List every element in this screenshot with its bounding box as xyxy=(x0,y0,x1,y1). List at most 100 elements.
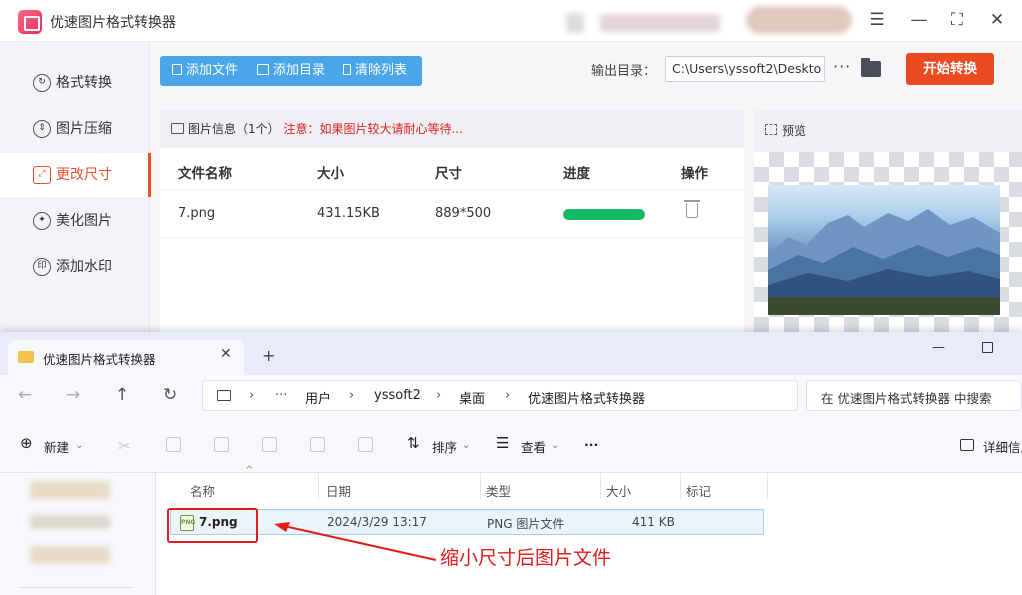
blurred-nav-item[interactable] xyxy=(30,546,110,564)
breadcrumb-desktop[interactable]: 桌面 xyxy=(459,388,485,407)
view-button[interactable]: 查看 xyxy=(521,437,546,456)
trash-icon xyxy=(343,64,351,75)
mountain-landscape xyxy=(768,209,1000,315)
chevron-right-icon: › xyxy=(505,388,511,403)
delete-icon[interactable] xyxy=(358,437,373,452)
fullscreen-icon[interactable]: ⛶ xyxy=(944,8,970,32)
menu-icon[interactable]: ☰ xyxy=(864,8,890,32)
clear-list-button[interactable]: 清除列表 xyxy=(343,56,407,86)
blurred-nav-item[interactable] xyxy=(30,515,110,529)
refresh-icon[interactable]: ↻ xyxy=(163,385,177,405)
col-dimensions: 尺寸 xyxy=(435,166,462,182)
beautify-icon: ✦ xyxy=(33,212,51,230)
chevron-down-icon: ⌄ xyxy=(462,440,471,451)
blurred-user-info xyxy=(566,13,584,33)
blurred-user-avatar xyxy=(746,6,852,34)
preview-title: 预览 xyxy=(782,124,807,138)
resize-icon: ⤢ xyxy=(33,166,51,184)
blurred-nav-item[interactable] xyxy=(30,481,110,499)
navigation-pane xyxy=(0,473,156,595)
forward-icon[interactable]: → xyxy=(66,385,80,405)
file-explorer-window: 优速图片格式转换器 ✕ + — ← → ↑ ↻ › ··· 用户 › yssof… xyxy=(0,332,1022,595)
col-size[interactable]: 大小 xyxy=(606,481,631,500)
col-filename: 文件名称 xyxy=(178,166,232,182)
rename-icon[interactable] xyxy=(262,437,277,452)
minimize-icon[interactable]: — xyxy=(932,340,945,355)
add-directory-button[interactable]: 添加目录 xyxy=(257,56,325,86)
up-icon[interactable]: ↑ xyxy=(115,385,129,405)
preview-panel: 预览 xyxy=(754,110,1022,340)
col-action: 操作 xyxy=(681,166,708,182)
app-title: 优速图片格式转换器 xyxy=(50,15,176,31)
sidebar-item[interactable]: ↻ 格式转换 xyxy=(0,61,150,105)
annotation-label: 缩小尺寸后图片文件 xyxy=(440,547,612,569)
output-dir-label: 输出目录： xyxy=(591,64,657,79)
col-size: 大小 xyxy=(317,166,344,182)
add-file-button[interactable]: 添加文件 xyxy=(172,56,238,86)
share-icon[interactable] xyxy=(310,437,325,452)
column-divider[interactable] xyxy=(480,473,481,499)
search-input[interactable]: 在 优速图片格式转换器 中搜索 xyxy=(806,380,1022,411)
chevron-right-icon: › xyxy=(249,388,255,403)
preview-icon xyxy=(765,124,777,135)
paste-icon[interactable] xyxy=(214,437,229,452)
more-commands-button[interactable]: ··· xyxy=(584,437,598,452)
panel-title: 图片信息（1个） xyxy=(188,122,280,136)
sidebar-item[interactable]: ⤢ 更改尺寸 xyxy=(0,153,151,197)
cut-icon[interactable]: ✂ xyxy=(118,437,133,455)
breadcrumb-users[interactable]: 用户 xyxy=(305,388,331,407)
format-convert-icon: ↻ xyxy=(33,74,51,92)
explorer-tabbar: 优速图片格式转换器 ✕ + — xyxy=(0,332,1022,375)
sidebar-item[interactable]: 印添加水印 xyxy=(0,245,150,289)
view-icon: ☰ xyxy=(496,434,510,452)
copy-icon[interactable] xyxy=(166,437,181,452)
file-row[interactable]: PNG 7.png 2024/3/29 13:17 PNG 图片文件 411 K… xyxy=(170,509,764,535)
col-name[interactable]: 名称 xyxy=(190,481,215,500)
col-tags[interactable]: 标记 xyxy=(686,481,711,500)
file-icon xyxy=(172,64,182,75)
breadcrumb-user[interactable]: yssoft2 xyxy=(374,388,421,403)
divider xyxy=(160,189,744,190)
column-divider[interactable] xyxy=(680,473,681,499)
sort-button[interactable]: 排序 xyxy=(432,437,457,456)
explorer-tab[interactable]: 优速图片格式转换器 ✕ xyxy=(8,340,244,375)
sidebar-item-label: 更改尺寸 xyxy=(56,167,112,183)
column-divider[interactable] xyxy=(318,473,319,499)
col-type[interactable]: 类型 xyxy=(486,481,511,500)
column-divider[interactable] xyxy=(600,473,601,499)
tab-close-icon[interactable]: ✕ xyxy=(220,346,232,362)
output-dir-input[interactable]: C:\Users\yssoft2\Deskto xyxy=(665,56,825,82)
sidebar-item-label: 图片压缩 xyxy=(56,121,112,137)
annotation-arrow xyxy=(274,522,437,561)
monitor-icon xyxy=(217,390,231,401)
start-convert-button[interactable]: 开始转换 xyxy=(906,53,994,85)
sidebar-item[interactable]: ✦ 美化图片 xyxy=(0,199,150,243)
warning-text: 注意：如果图片较大请耐心等待... xyxy=(283,122,463,136)
column-divider[interactable] xyxy=(767,473,768,499)
folder-icon xyxy=(18,351,34,363)
close-icon[interactable]: ✕ xyxy=(984,8,1010,32)
breadcrumb-folder[interactable]: 优速图片格式转换器 xyxy=(528,388,645,407)
maximize-icon[interactable] xyxy=(982,342,993,353)
sidebar-item-label: 添加水印 xyxy=(56,259,112,275)
open-folder-icon[interactable] xyxy=(861,58,881,77)
app-window: 优速图片格式转换器 ☰ — ⛶ ✕ ↻ 格式转换 ⇕ 图片压缩 ⤢ 更改尺寸 ✦ 美化图片印添… xyxy=(0,0,1022,340)
image-icon xyxy=(171,123,184,134)
divider xyxy=(160,237,744,238)
new-button[interactable]: 新建 xyxy=(44,437,69,456)
sort-icon: ⇅ xyxy=(407,434,420,452)
chevron-down-icon: ⌄ xyxy=(551,440,560,451)
back-icon[interactable]: ← xyxy=(18,385,32,405)
delete-icon[interactable] xyxy=(684,200,700,218)
new-tab-icon[interactable]: + xyxy=(262,346,275,365)
minimize-icon[interactable]: — xyxy=(906,8,932,32)
more-crumbs-icon[interactable]: ··· xyxy=(275,388,287,403)
command-bar: ⊕ 新建 ⌄ ✂ ⇅ 排序 ⌄ ☰ 查看 ⌄ ··· 详细信息 xyxy=(0,417,1022,473)
address-bar[interactable]: › ··· 用户 › yssoft2 › 桌面 › 优速图片格式转换器 xyxy=(202,380,798,411)
watermark-icon: 印 xyxy=(33,258,51,276)
details-button[interactable]: 详细信息 xyxy=(983,437,1022,456)
sidebar-item[interactable]: ⇕ 图片压缩 xyxy=(0,107,150,151)
divider xyxy=(20,587,132,588)
more-options-button[interactable]: ··· xyxy=(833,57,851,76)
col-date[interactable]: 日期 xyxy=(326,481,351,500)
